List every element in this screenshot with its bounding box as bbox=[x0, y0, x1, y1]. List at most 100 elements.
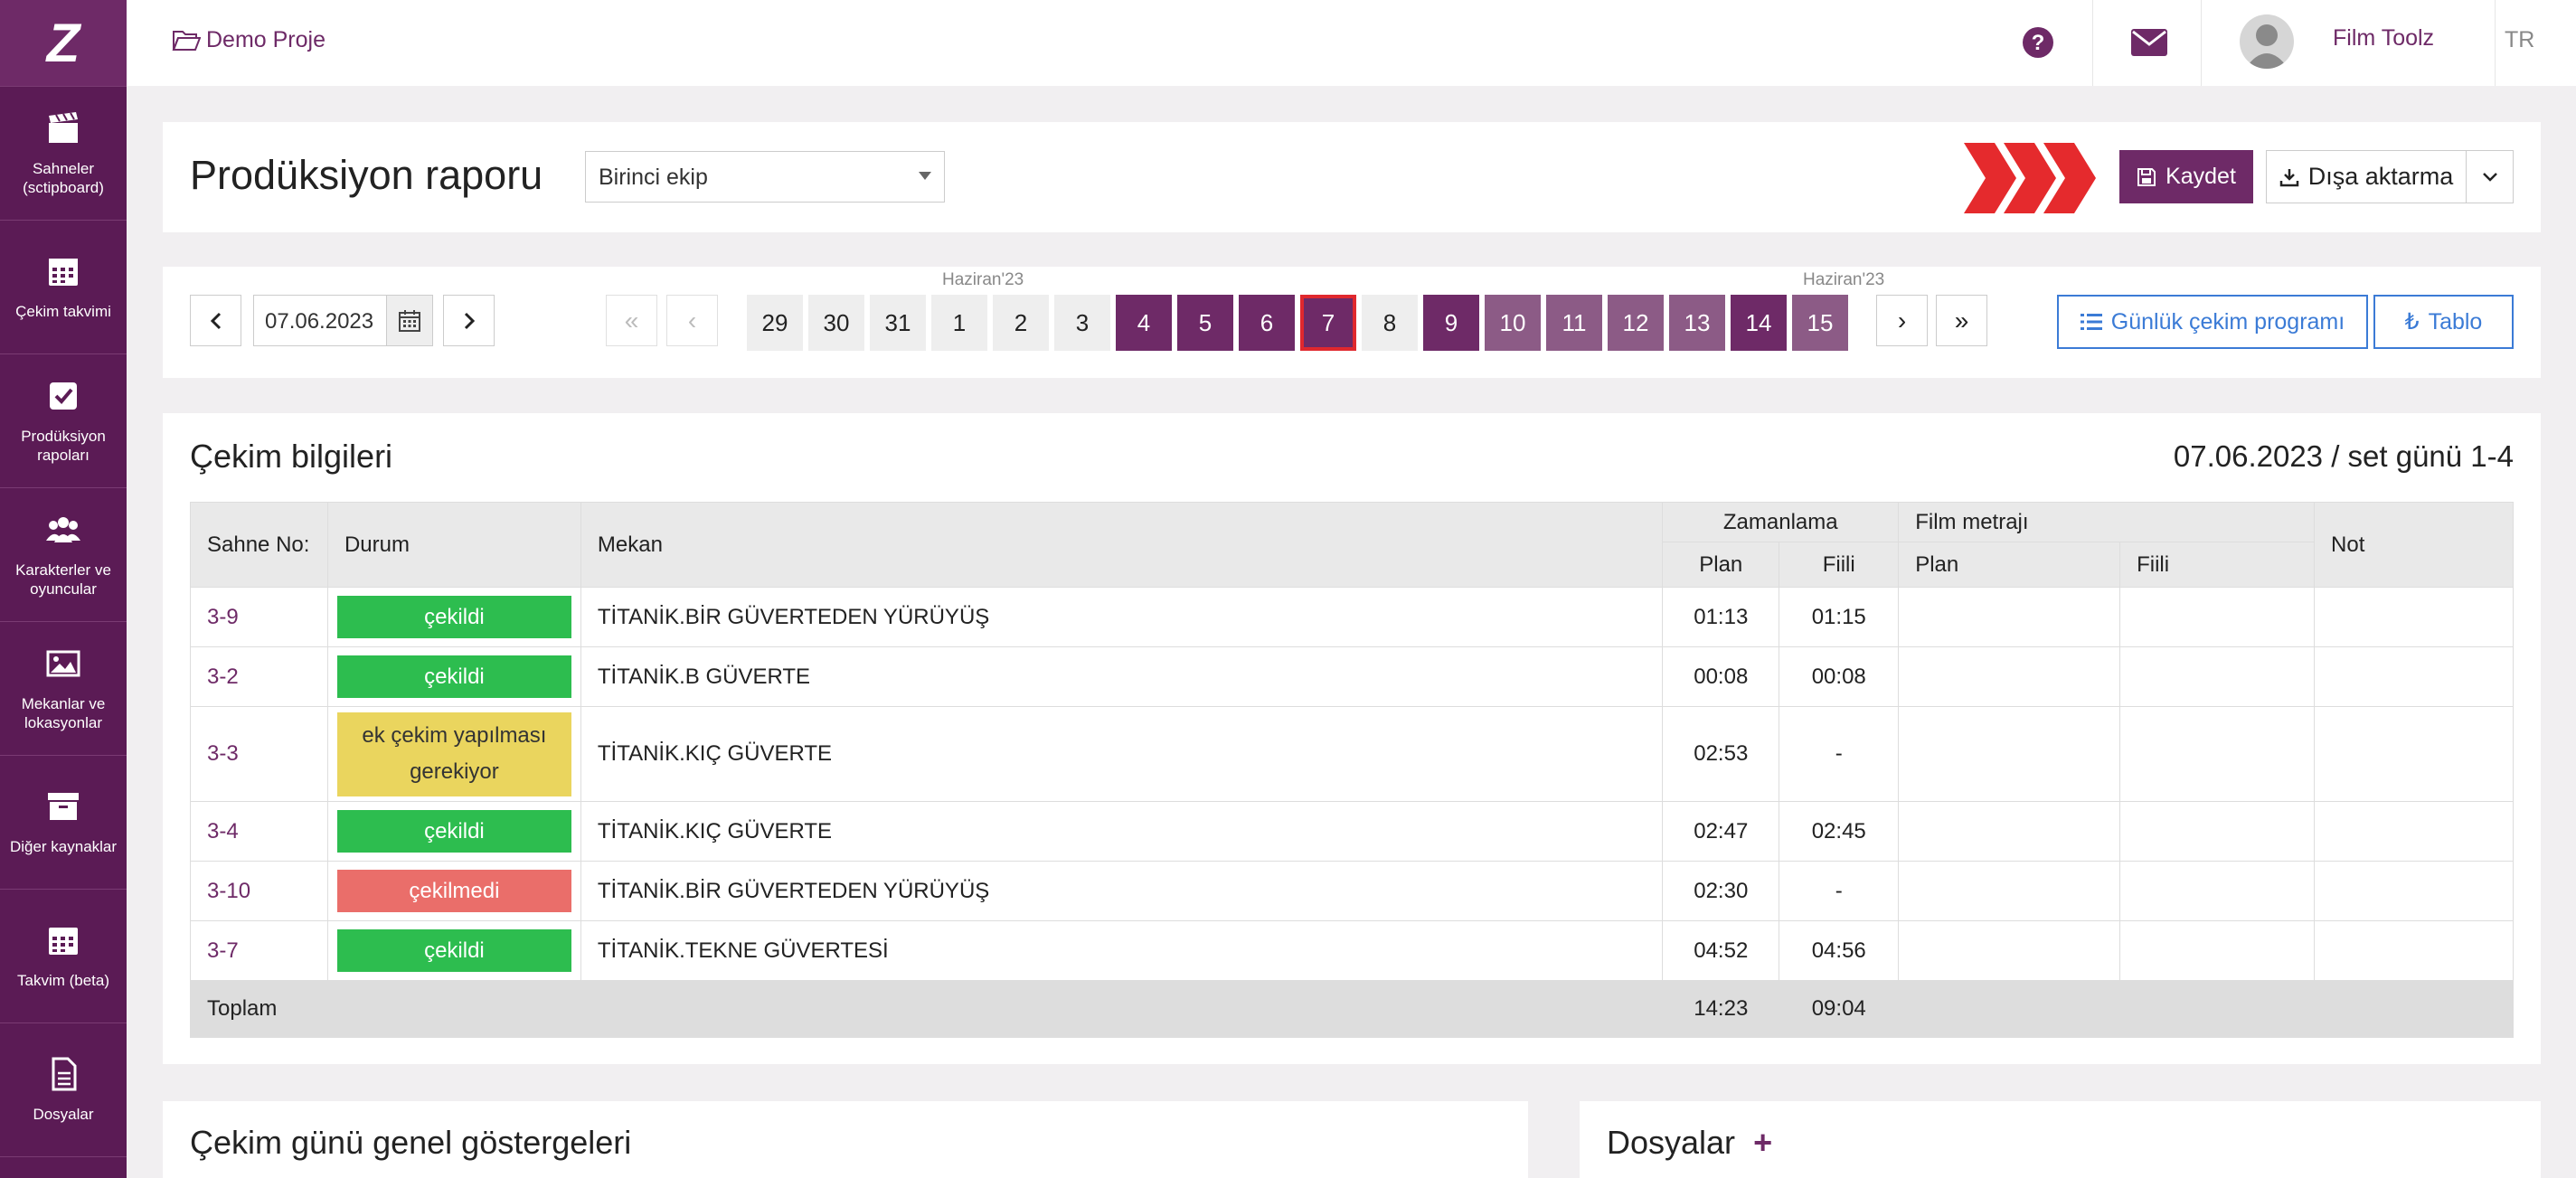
date-input[interactable]: 07.06.2023 bbox=[253, 295, 387, 346]
date-picker-button[interactable] bbox=[386, 295, 433, 346]
shooting-table: Sahne No: Durum Mekan Zamanlama Film met… bbox=[189, 502, 2514, 1038]
first-page-button[interactable]: « bbox=[606, 295, 657, 346]
sidebar-item-label: Çekim takvimi bbox=[15, 303, 111, 320]
users-icon bbox=[46, 516, 80, 542]
save-button[interactable]: Kaydet bbox=[2119, 150, 2253, 203]
day-2[interactable]: 2 bbox=[993, 295, 1049, 351]
lira-icon: ₺ bbox=[2404, 309, 2420, 335]
note-cell[interactable] bbox=[2314, 646, 2514, 707]
length-plan-cell[interactable] bbox=[1898, 920, 2121, 981]
length-plan-cell[interactable] bbox=[1898, 861, 2121, 921]
language-switch[interactable]: TR bbox=[2505, 27, 2534, 53]
export-label: Dışa aktarma bbox=[2307, 163, 2454, 190]
day-15[interactable]: 15 bbox=[1792, 295, 1848, 351]
scene-link[interactable]: 3-7 bbox=[207, 938, 239, 963]
day-1[interactable]: 1 bbox=[931, 295, 987, 351]
length-actual-cell[interactable] bbox=[2119, 706, 2316, 802]
prev-page-button[interactable]: ‹ bbox=[666, 295, 718, 346]
timing-plan-cell: 02:30 bbox=[1662, 861, 1780, 921]
note-cell[interactable] bbox=[2314, 706, 2514, 802]
table-row[interactable]: 3-7 çekildi TİTANİK.TEKNE GÜVERTESİ 04:5… bbox=[190, 920, 2514, 981]
sidebar-item-scenes[interactable]: Sahneler (sctipboard) bbox=[0, 87, 127, 221]
table-view-button[interactable]: ₺ Tablo bbox=[2373, 295, 2514, 349]
length-actual-cell[interactable] bbox=[2119, 587, 2316, 647]
sidebar-item-characters[interactable]: Karakterler ve oyuncular bbox=[0, 488, 127, 622]
note-cell[interactable] bbox=[2314, 861, 2514, 921]
col-location: Mekan bbox=[580, 502, 1664, 588]
day-5[interactable]: 5 bbox=[1177, 295, 1233, 351]
table-row[interactable]: 3-2 çekildi TİTANİK.B GÜVERTE 00:08 00:0… bbox=[190, 646, 2514, 707]
note-cell[interactable] bbox=[2314, 920, 2514, 981]
scene-link[interactable]: 3-10 bbox=[207, 879, 250, 903]
sidebar-item-files[interactable]: Dosyalar bbox=[0, 1023, 127, 1157]
note-cell[interactable] bbox=[2314, 587, 2514, 647]
length-plan-cell[interactable] bbox=[1898, 646, 2121, 707]
table-row[interactable]: 3-9 çekildi TİTANİK.BİR GÜVERTEDEN YÜRÜY… bbox=[190, 587, 2514, 647]
col-film-length: Film metrajı bbox=[1898, 502, 2316, 542]
note-cell[interactable] bbox=[2314, 801, 2514, 862]
col-timing: Zamanlama bbox=[1662, 502, 1900, 542]
sidebar-item-other-resources[interactable]: Diğer kaynaklar bbox=[0, 756, 127, 890]
table-row[interactable]: 3-4 çekildi TİTANİK.KIÇ GÜVERTE 02:47 02… bbox=[190, 801, 2514, 862]
scene-link[interactable]: 3-4 bbox=[207, 819, 239, 843]
length-plan-cell[interactable] bbox=[1898, 706, 2121, 802]
timing-actual-cell: - bbox=[1779, 706, 1900, 802]
files-title: Dosyalar bbox=[1607, 1124, 1736, 1161]
day-3[interactable]: 3 bbox=[1054, 295, 1110, 351]
crew-select[interactable]: Birinci ekip bbox=[585, 151, 945, 203]
date-value: 07.06.2023 bbox=[265, 309, 374, 334]
export-dropdown-button[interactable] bbox=[2467, 150, 2514, 203]
day-8[interactable]: 8 bbox=[1362, 295, 1418, 351]
day-7-selected[interactable]: 7 bbox=[1300, 295, 1356, 351]
day-9[interactable]: 9 bbox=[1423, 295, 1479, 351]
length-actual-cell[interactable] bbox=[2119, 861, 2316, 921]
day-12[interactable]: 12 bbox=[1608, 295, 1664, 351]
breadcrumb[interactable]: Demo Proje bbox=[172, 27, 326, 53]
app-logo[interactable]: Z bbox=[0, 0, 127, 87]
day-31[interactable]: 31 bbox=[870, 295, 926, 351]
breadcrumb-project[interactable]: Demo Proje bbox=[206, 27, 326, 53]
length-plan-cell[interactable] bbox=[1898, 801, 2121, 862]
avatar[interactable] bbox=[2240, 14, 2294, 69]
day-11[interactable]: 11 bbox=[1546, 295, 1602, 351]
files-header: Dosyalar + bbox=[1607, 1124, 1772, 1162]
user-name[interactable]: Film Toolz bbox=[2333, 25, 2434, 52]
length-actual-cell[interactable] bbox=[2119, 646, 2316, 707]
next-page-button[interactable]: › bbox=[1876, 295, 1928, 346]
calendar-grid-icon bbox=[49, 928, 78, 955]
table-row[interactable]: 3-10 çekilmedi TİTANİK.BİR GÜVERTEDEN YÜ… bbox=[190, 861, 2514, 921]
table-row[interactable]: 3-3 ek çekim yapılması gerekiyor TİTANİK… bbox=[190, 706, 2514, 802]
add-file-icon[interactable]: + bbox=[1753, 1124, 1772, 1161]
export-button[interactable]: Dışa aktarma bbox=[2266, 150, 2467, 203]
day-29[interactable]: 29 bbox=[747, 295, 803, 351]
sidebar-item-schedule[interactable]: Çekim takvimi bbox=[0, 221, 127, 354]
scene-link[interactable]: 3-2 bbox=[207, 664, 239, 689]
day-10[interactable]: 10 bbox=[1485, 295, 1541, 351]
prev-date-button[interactable] bbox=[190, 295, 241, 346]
scene-link[interactable]: 3-9 bbox=[207, 605, 239, 629]
mail-icon[interactable] bbox=[2131, 29, 2167, 56]
day-30[interactable]: 30 bbox=[808, 295, 864, 351]
help-icon[interactable]: ? bbox=[2021, 25, 2055, 60]
sidebar-item-calendar-beta[interactable]: Takvim (beta) bbox=[0, 890, 127, 1023]
user-icon bbox=[2245, 24, 2288, 69]
folder-open-icon bbox=[172, 30, 201, 51]
save-label: Kaydet bbox=[2166, 164, 2236, 189]
clapperboard-icon bbox=[49, 111, 78, 143]
status-badge: ek çekim yapılması gerekiyor bbox=[336, 712, 571, 796]
next-date-button[interactable] bbox=[443, 295, 495, 346]
day-14[interactable]: 14 bbox=[1731, 295, 1787, 351]
sidebar-item-label: Mekanlar ve lokasyonlar bbox=[21, 694, 106, 731]
sidebar-item-locations[interactable]: Mekanlar ve lokasyonlar bbox=[0, 622, 127, 756]
day-4[interactable]: 4 bbox=[1116, 295, 1172, 351]
daily-shooting-program-button[interactable]: Günlük çekim programı bbox=[2057, 295, 2368, 349]
length-plan-cell[interactable] bbox=[1898, 587, 2121, 647]
length-actual-cell[interactable] bbox=[2119, 920, 2316, 981]
crew-select-value: Birinci ekip bbox=[599, 165, 708, 190]
day-13[interactable]: 13 bbox=[1669, 295, 1725, 351]
last-page-button[interactable]: » bbox=[1936, 295, 1987, 346]
length-actual-cell[interactable] bbox=[2119, 801, 2316, 862]
scene-link[interactable]: 3-3 bbox=[207, 741, 239, 766]
day-6[interactable]: 6 bbox=[1239, 295, 1295, 351]
sidebar-item-production-reports[interactable]: Prodüksiyon rapoları bbox=[0, 354, 127, 488]
